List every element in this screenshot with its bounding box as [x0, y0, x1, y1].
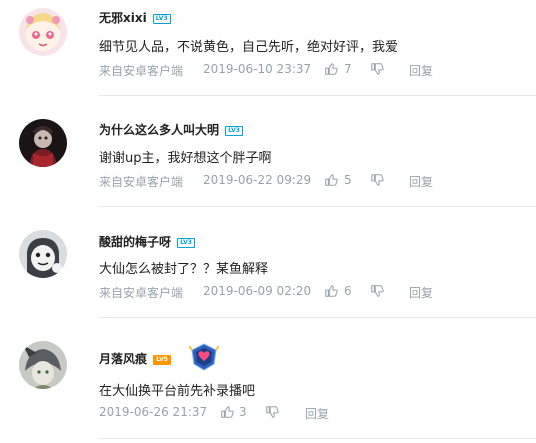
like-count: 5 — [344, 173, 352, 187]
level-badge: LV5 — [153, 354, 172, 365]
thumbs-up-icon[interactable] — [324, 173, 338, 187]
thumbs-down-icon[interactable] — [370, 62, 384, 76]
reply-button[interactable]: 回复 — [305, 405, 329, 422]
source-text: 来自安卓客户端 — [99, 64, 184, 78]
like-count: 3 — [239, 405, 247, 419]
reply-button[interactable]: 回复 — [409, 173, 433, 190]
source-text: 来自安卓客户端 — [99, 286, 184, 300]
avatar[interactable] — [19, 8, 67, 56]
avatar[interactable] — [19, 119, 67, 167]
avatar[interactable] — [19, 341, 67, 389]
comment-date: 2019-06-09 02:20 — [203, 284, 312, 298]
avatar-pendant-badge — [188, 342, 220, 372]
username-text[interactable]: 为什么这么多人叫大明 — [99, 123, 219, 137]
username-text[interactable]: 无邪xixi — [99, 11, 147, 25]
source-text: 来自安卓客户端 — [99, 175, 184, 189]
comment-meta: 来自安卓客户端 2019-06-22 09:29 5 回复 — [99, 173, 519, 190]
like-count: 6 — [344, 284, 352, 298]
thumbs-up-icon[interactable] — [324, 62, 338, 76]
username[interactable]: 月落风痕 LV5 — [99, 350, 172, 367]
comment-text: 谢谢up主，我好想这个胖子啊 — [99, 151, 272, 166]
reply-button[interactable]: 回复 — [409, 284, 433, 301]
comment-text: 大仙怎么被封了？？某鱼解释 — [99, 262, 269, 277]
username-text[interactable]: 酸甜的梅子呀 — [99, 235, 171, 249]
thumbs-down-icon[interactable] — [370, 284, 384, 298]
username[interactable]: 酸甜的梅子呀 LV3 — [99, 233, 196, 250]
thumbs-down-icon[interactable] — [370, 173, 384, 187]
comment-date: 2019-06-22 09:29 — [203, 173, 312, 187]
comment-date: 2019-06-10 23:37 — [203, 62, 312, 76]
username-text[interactable]: 月落风痕 — [99, 352, 147, 366]
thumbs-up-icon[interactable] — [324, 284, 338, 298]
username[interactable]: 无邪xixi LV3 — [99, 9, 171, 26]
reply-button[interactable]: 回复 — [409, 62, 433, 79]
level-badge: LV3 — [177, 237, 196, 248]
comment-meta: 2019-06-26 21:37 3 回复 — [99, 405, 519, 422]
comment-text: 在大仙换平台前先补录播吧 — [99, 384, 256, 399]
comment-meta: 来自安卓客户端 2019-06-09 02:20 6 回复 — [99, 284, 519, 301]
username[interactable]: 为什么这么多人叫大明 LV3 — [99, 121, 244, 138]
comment-date: 2019-06-26 21:37 — [99, 405, 208, 419]
thumbs-up-icon[interactable] — [220, 405, 234, 419]
comment-text: 细节见人品，不说黄色，自己先听，绝对好评，我爱 — [99, 40, 399, 55]
thumbs-down-icon[interactable] — [265, 405, 279, 419]
level-badge: LV3 — [225, 125, 244, 136]
comment-meta: 来自安卓客户端 2019-06-10 23:37 7 回复 — [99, 62, 519, 79]
divider — [99, 206, 536, 207]
like-count: 7 — [344, 62, 352, 76]
divider — [99, 317, 536, 318]
level-badge: LV3 — [152, 13, 171, 24]
avatar[interactable] — [19, 230, 67, 278]
divider — [99, 438, 536, 439]
divider — [99, 95, 536, 96]
